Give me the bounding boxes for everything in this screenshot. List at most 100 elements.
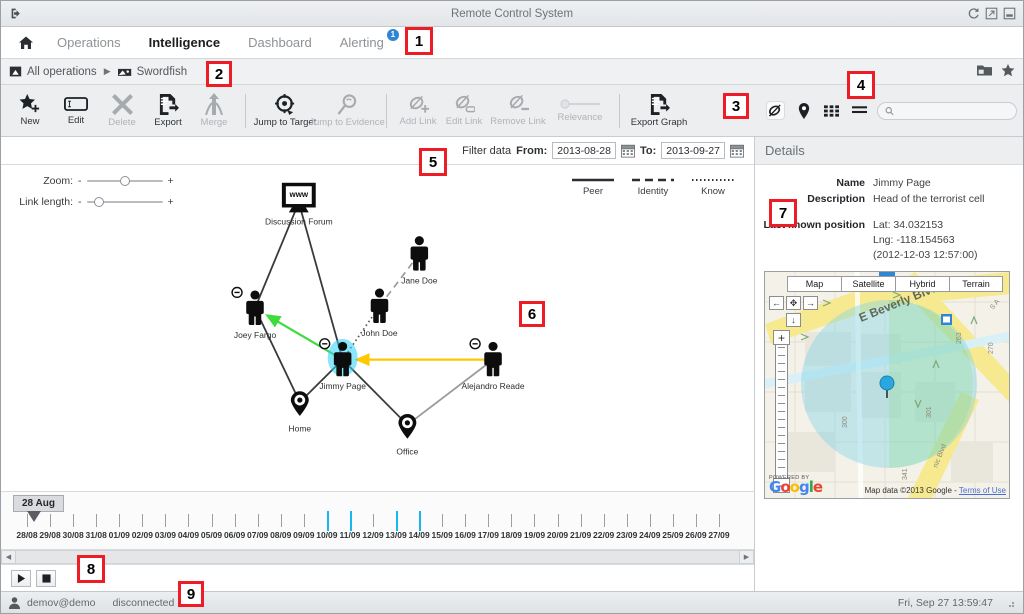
pan-center-button[interactable]: ✥: [786, 296, 801, 310]
graph-node-home[interactable]: Home: [289, 391, 312, 434]
pan-right-button[interactable]: →: [803, 296, 818, 310]
detail-row-position: Last known position Lat: 34.032153 Lng: …: [761, 219, 1013, 261]
timeline-tick-label: 09/09: [293, 530, 315, 540]
map-tab-hybrid[interactable]: Hybrid: [895, 276, 949, 292]
collapse-toggle-icon[interactable]: [469, 338, 481, 350]
timeline-tick[interactable]: [626, 514, 628, 527]
map-tab-terrain[interactable]: Terrain: [949, 276, 1003, 292]
map-view-icon[interactable]: [795, 102, 812, 119]
new-button[interactable]: New: [7, 87, 53, 135]
timeline-tick[interactable]: [188, 514, 190, 527]
map-tab-map[interactable]: Map: [787, 276, 841, 292]
home-icon[interactable]: [9, 35, 43, 51]
timeline-tick-label: 31/08: [85, 530, 107, 540]
graph-canvas[interactable]: Zoom: - + Link length: - + Peer Identity…: [1, 165, 754, 491]
maximize-icon[interactable]: [984, 6, 999, 21]
timeline-tick[interactable]: [672, 514, 674, 527]
export-graph-button[interactable]: Export Graph: [628, 87, 690, 135]
graph-node-jimmy[interactable]: Jimmy Page: [319, 338, 366, 391]
scrollbar-track[interactable]: [16, 550, 739, 564]
timeline-tick[interactable]: [326, 511, 329, 531]
timeline-tick[interactable]: [557, 514, 559, 527]
graph-node-office[interactable]: Office: [396, 413, 419, 456]
timeline-tick[interactable]: [280, 514, 282, 527]
timeline-tick-label: 11/09: [339, 530, 361, 540]
graph-node-john[interactable]: John Doe: [361, 288, 398, 338]
timeline-tick[interactable]: [257, 514, 259, 527]
graph-view-icon[interactable]: [767, 102, 784, 119]
star-icon[interactable]: [1001, 63, 1015, 80]
timeline-tick[interactable]: [165, 514, 167, 527]
pan-down-button[interactable]: ↓: [786, 313, 801, 327]
nav-item-alerting[interactable]: Alerting 1: [326, 27, 399, 59]
timeline-tick[interactable]: [419, 511, 422, 531]
arrow-left-icon[interactable]: ◀: [1, 550, 16, 564]
breadcrumb-item-swordfish[interactable]: Swordfish: [117, 66, 187, 78]
refresh-icon[interactable]: [966, 6, 981, 21]
timeline-tick[interactable]: [488, 514, 490, 527]
collapse-toggle-icon[interactable]: [231, 286, 243, 299]
map-tab-satellite[interactable]: Satellite: [841, 276, 895, 292]
timeline-tick[interactable]: [50, 514, 52, 527]
resize-grip-icon[interactable]: [1005, 598, 1015, 608]
play-icon[interactable]: [11, 569, 31, 587]
timeline-tick[interactable]: [534, 514, 536, 527]
timeline-tick[interactable]: [373, 514, 374, 527]
export-button[interactable]: Export: [145, 87, 191, 135]
nav-item-operations[interactable]: Operations: [43, 27, 135, 59]
graph-node-joey[interactable]: Joey Fargo: [231, 286, 276, 340]
calendar-icon[interactable]: [620, 144, 635, 158]
map-zoom-slider[interactable]: [775, 331, 790, 482]
arrow-right-icon[interactable]: ▶: [739, 550, 754, 564]
filter-to-input[interactable]: 2013-09-27: [661, 142, 725, 159]
graph-node-jane[interactable]: Jane Doe: [401, 236, 438, 286]
graph-node-alejandro[interactable]: Alejandro Reade: [462, 338, 525, 391]
edit-button[interactable]: Edit: [53, 87, 99, 135]
timeline-tick[interactable]: [695, 514, 697, 527]
timeline[interactable]: 28 Aug 28/08 29/08 30/08 31/08 01/09 02/09 03/…: [1, 491, 754, 549]
timeline-tick[interactable]: [73, 514, 75, 527]
nav-item-intelligence[interactable]: Intelligence: [135, 27, 235, 59]
grid-view-icon[interactable]: [823, 102, 840, 119]
timeline-tick[interactable]: [119, 514, 121, 527]
filter-from-input[interactable]: 2013-08-28: [552, 142, 616, 159]
nav-item-dashboard[interactable]: Dashboard: [234, 27, 326, 59]
search-box[interactable]: [877, 101, 1017, 120]
pan-left-button[interactable]: ←: [769, 296, 784, 310]
list-view-icon[interactable]: [851, 102, 868, 119]
graph-node-forum[interactable]: www Discussion Forum: [265, 182, 333, 226]
graph-network[interactable]: www Discussion Forum Joey Fargo Jane Doe Joh…: [1, 165, 754, 491]
timeline-tick[interactable]: [211, 514, 213, 527]
timeline-tick[interactable]: [603, 514, 605, 527]
stop-icon[interactable]: [36, 569, 56, 587]
timeline-tick[interactable]: [96, 514, 98, 527]
timeline-tick[interactable]: [649, 514, 651, 527]
folder-icon[interactable]: [977, 64, 992, 80]
minimize-icon[interactable]: [1002, 6, 1017, 21]
map-widget[interactable]: E Beverly Blvd 263 270 301 300 341 S A n…: [764, 271, 1010, 499]
jump-to-target-button[interactable]: Jump to Target: [254, 87, 316, 135]
timeline-tick[interactable]: [442, 514, 444, 527]
timeline-tick[interactable]: [719, 514, 720, 527]
terms-of-use-link[interactable]: Terms of Use: [959, 486, 1006, 495]
graph-edge[interactable]: [406, 358, 494, 426]
timeline-scrollbar[interactable]: ◀ ▶: [1, 549, 754, 565]
timeline-tick[interactable]: [511, 514, 513, 527]
timeline-tick[interactable]: [465, 514, 467, 527]
timeline-tick-label: 04/09: [177, 530, 200, 540]
timeline-axis[interactable]: 28/08 29/08 30/08 31/08 01/09 02/09 03/09 04/09…: [1, 511, 754, 548]
collapse-toggle-icon[interactable]: [319, 338, 331, 350]
search-input[interactable]: [897, 105, 1009, 116]
timeline-tick[interactable]: [234, 514, 236, 527]
timeline-tick[interactable]: [349, 511, 352, 531]
timeline-tick[interactable]: [580, 514, 582, 527]
breadcrumb-item-all-operations[interactable]: All operations: [9, 65, 97, 78]
timeline-tick[interactable]: [303, 514, 305, 527]
zoom-in-button[interactable]: +: [773, 330, 790, 345]
status-user: demov@demo: [27, 596, 96, 609]
timeline-tick[interactable]: [142, 514, 144, 527]
calendar-icon[interactable]: [730, 144, 744, 158]
timeline-tick-label: 24/09: [639, 530, 661, 540]
timeline-tick[interactable]: [27, 514, 28, 527]
timeline-tick[interactable]: [396, 511, 399, 531]
